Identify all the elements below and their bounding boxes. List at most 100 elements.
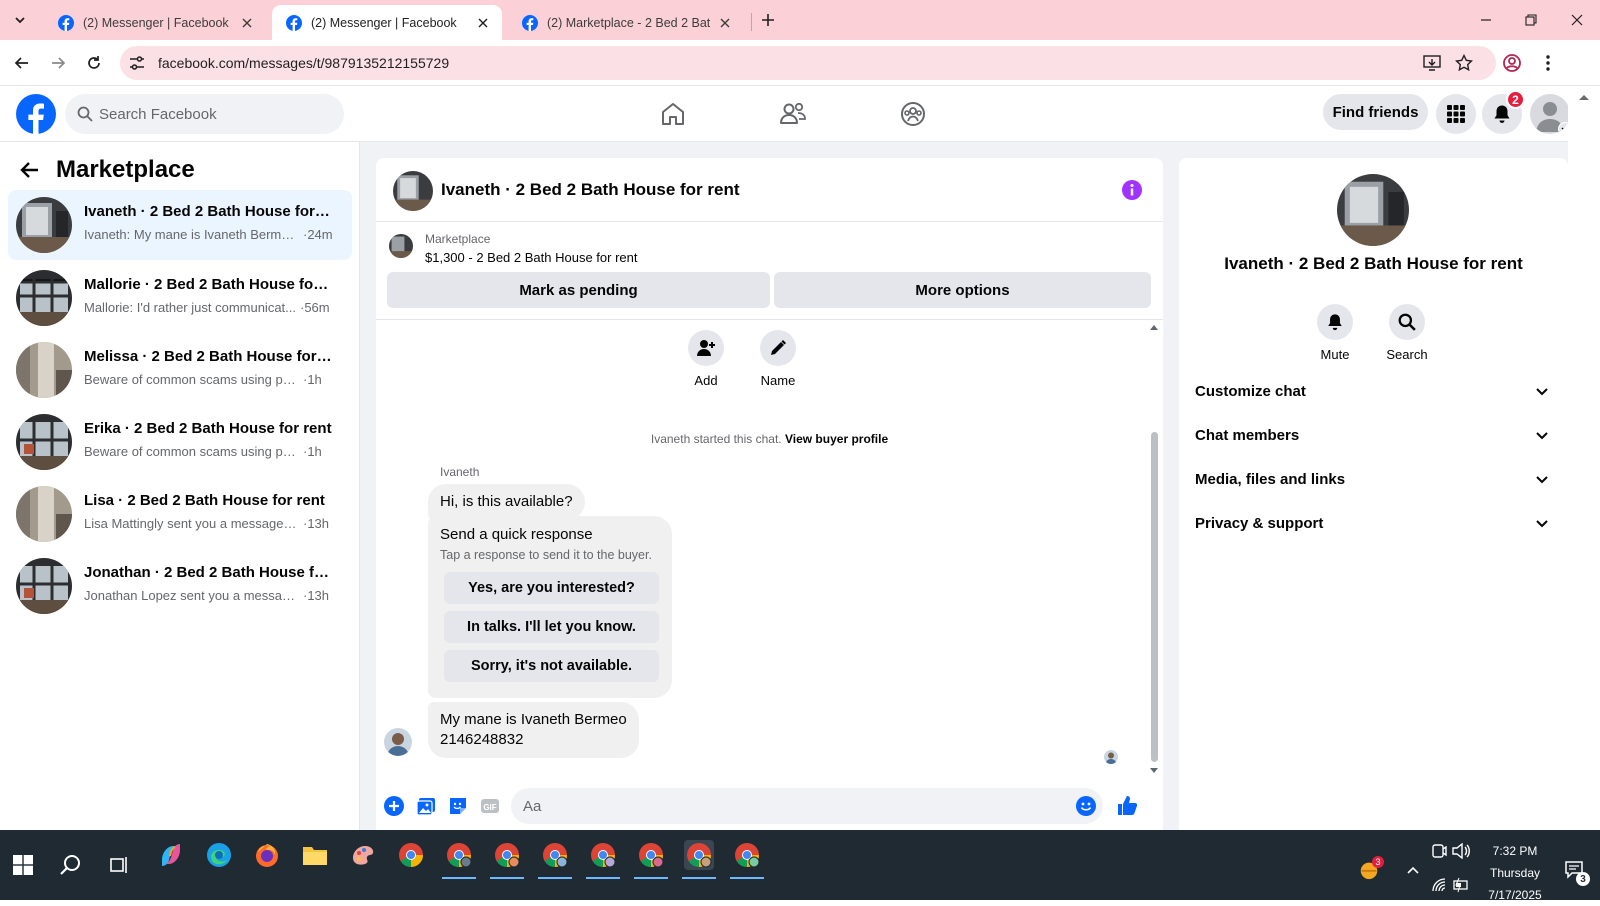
find-friends-button[interactable]: Find friends (1323, 94, 1428, 130)
home-icon[interactable] (657, 98, 689, 130)
forward-arrow-icon[interactable] (46, 51, 70, 75)
message-thread-scrollbar[interactable] (1148, 320, 1160, 782)
browser-tab-1[interactable]: (2) Messenger | Facebook (44, 5, 266, 40)
facebook-favicon-icon (286, 14, 302, 31)
back-arrow-icon[interactable] (20, 160, 40, 180)
chat-list-title: Marketplace (56, 156, 195, 183)
chat-item-ivaneth[interactable]: Ivaneth · 2 Bed 2 Bath House for r... Iv… (8, 190, 352, 260)
browser-tab-3[interactable]: (2) Marketplace - 2 Bed 2 Bath H (508, 5, 744, 40)
message-bubble[interactable]: My mane is Ivaneth Bermeo 2146248832 (428, 702, 639, 758)
search-in-chat-action[interactable]: Search (1377, 304, 1437, 362)
tab-search-menu-icon[interactable] (8, 9, 32, 31)
clock-date: 7/17/2025 (1488, 888, 1542, 902)
new-tab-plus-icon[interactable] (758, 10, 778, 30)
media-files-links-section[interactable]: Media, files and links (1187, 460, 1560, 500)
windows-start-icon[interactable] (8, 850, 38, 880)
sticker-icon[interactable] (448, 796, 468, 816)
browser-menu-kebab-icon[interactable] (1536, 51, 1560, 75)
chrome-profile-icon[interactable] (586, 840, 620, 879)
chrome-profile-icon[interactable] (538, 840, 572, 879)
chrome-profile-icon-active[interactable] (682, 840, 716, 879)
info-icon[interactable] (1122, 180, 1142, 200)
profile-icon[interactable] (1500, 51, 1524, 75)
install-app-icon[interactable] (1422, 53, 1442, 73)
file-explorer-icon[interactable] (300, 840, 330, 870)
listing-thumbnail[interactable] (389, 234, 413, 258)
add-people-action[interactable]: Add (676, 330, 736, 388)
plus-circle-icon[interactable] (384, 796, 404, 816)
bookmark-star-icon[interactable] (1454, 53, 1474, 73)
close-window-icon[interactable] (1565, 8, 1589, 32)
tab-separator (751, 13, 752, 31)
chat-item-erika[interactable]: Erika · 2 Bed 2 Bath House for rent Bewa… (8, 407, 352, 477)
close-tab-icon[interactable] (238, 14, 256, 32)
chat-name: Ivaneth · 2 Bed 2 Bath House for r... (84, 203, 334, 220)
reload-icon[interactable] (82, 51, 106, 75)
browser-tab-2-active[interactable]: (2) Messenger | Facebook (272, 5, 502, 40)
taskbar-clock[interactable]: 7:32 PM Thursday 7/17/2025 (1460, 840, 1570, 906)
mute-action[interactable]: Mute (1305, 304, 1365, 362)
privacy-support-section[interactable]: Privacy & support (1187, 504, 1560, 544)
name-chat-action[interactable]: Name (748, 330, 808, 388)
scrollbar-thumb[interactable] (1151, 432, 1158, 762)
close-tab-icon[interactable] (474, 14, 492, 32)
show-hidden-icons-chevron-icon[interactable] (1402, 860, 1424, 882)
conversation-title[interactable]: Ivaneth · 2 Bed 2 Bath House for rent (441, 180, 740, 200)
taskbar-search-icon[interactable] (56, 850, 86, 880)
conversation-avatar[interactable] (393, 171, 433, 211)
chrome-icon[interactable] (396, 840, 426, 870)
chat-name: Lisa · 2 Bed 2 Bath House for rent (84, 492, 325, 509)
groups-icon[interactable] (897, 98, 929, 130)
more-options-button[interactable]: More options (774, 272, 1151, 308)
chat-members-section[interactable]: Chat members (1187, 416, 1560, 456)
mark-as-pending-button[interactable]: Mark as pending (387, 272, 770, 308)
thumbs-up-icon[interactable] (1116, 794, 1138, 816)
message-input[interactable] (511, 788, 1103, 824)
scroll-down-arrow-icon[interactable] (1148, 766, 1160, 776)
photo-gallery-icon[interactable] (416, 796, 436, 816)
scroll-up-arrow-icon[interactable] (1568, 88, 1600, 108)
chrome-profile-icon[interactable] (490, 840, 524, 879)
friends-icon[interactable] (777, 98, 809, 130)
chrome-profile-icon[interactable] (634, 840, 668, 879)
chrome-profile-icon[interactable] (442, 840, 476, 879)
quick-reply-interested-button[interactable]: Yes, are you interested? (444, 572, 659, 604)
facebook-logo-icon[interactable] (16, 94, 56, 134)
meet-now-icon[interactable] (1428, 840, 1450, 862)
chat-item-lisa[interactable]: Lisa · 2 Bed 2 Bath House for rent Lisa … (8, 479, 352, 549)
close-tab-icon[interactable] (716, 14, 734, 32)
chrome-profile-icon[interactable] (730, 840, 764, 879)
site-settings-icon[interactable] (128, 54, 146, 72)
wifi-icon[interactable] (1428, 874, 1450, 896)
gif-icon[interactable]: GIF (480, 796, 500, 816)
address-bar[interactable]: facebook.com/messages/t/9879135212155729 (120, 46, 1496, 80)
firefox-icon[interactable] (252, 840, 282, 870)
message-bubble[interactable]: Hi, is this available? (428, 484, 585, 520)
paint-app-icon[interactable] (348, 840, 378, 870)
quick-reply-not-available-button[interactable]: Sorry, it's not available. (444, 650, 659, 682)
chat-item-jonathan[interactable]: Jonathan · 2 Bed 2 Bath House for ... Jo… (8, 551, 352, 621)
chat-item-melissa[interactable]: Melissa · 2 Bed 2 Bath House for r... Be… (8, 335, 352, 405)
scroll-up-arrow-icon[interactable] (1148, 322, 1160, 332)
bell-icon (1328, 314, 1342, 331)
chat-avatar (16, 270, 72, 326)
sender-avatar[interactable] (384, 728, 412, 756)
listing-title[interactable]: $1,300 - 2 Bed 2 Bath House for rent (425, 250, 637, 265)
view-buyer-profile-link[interactable]: View buyer profile (785, 432, 888, 446)
copilot-app-icon[interactable] (156, 840, 186, 870)
customize-chat-section[interactable]: Customize chat (1187, 372, 1560, 412)
task-view-icon[interactable] (104, 850, 134, 880)
edge-browser-icon[interactable] (204, 840, 234, 870)
minimize-window-icon[interactable] (1474, 8, 1498, 32)
account-avatar[interactable] (1530, 94, 1570, 134)
search-facebook-input[interactable] (99, 94, 334, 134)
menu-grid-icon[interactable] (1436, 94, 1476, 134)
chat-item-mallorie[interactable]: Mallorie · 2 Bed 2 Bath House for r... M… (8, 263, 352, 333)
emoji-icon[interactable] (1076, 796, 1096, 816)
page-scrollbar[interactable] (1568, 86, 1600, 830)
back-arrow-icon[interactable] (10, 51, 34, 75)
conversation-panel: Ivaneth · 2 Bed 2 Bath House for rent Ma… (376, 158, 1163, 830)
restore-window-icon[interactable] (1519, 8, 1543, 32)
quick-reply-in-talks-button[interactable]: In talks. I'll let you know. (444, 611, 659, 643)
details-avatar[interactable] (1337, 174, 1409, 246)
